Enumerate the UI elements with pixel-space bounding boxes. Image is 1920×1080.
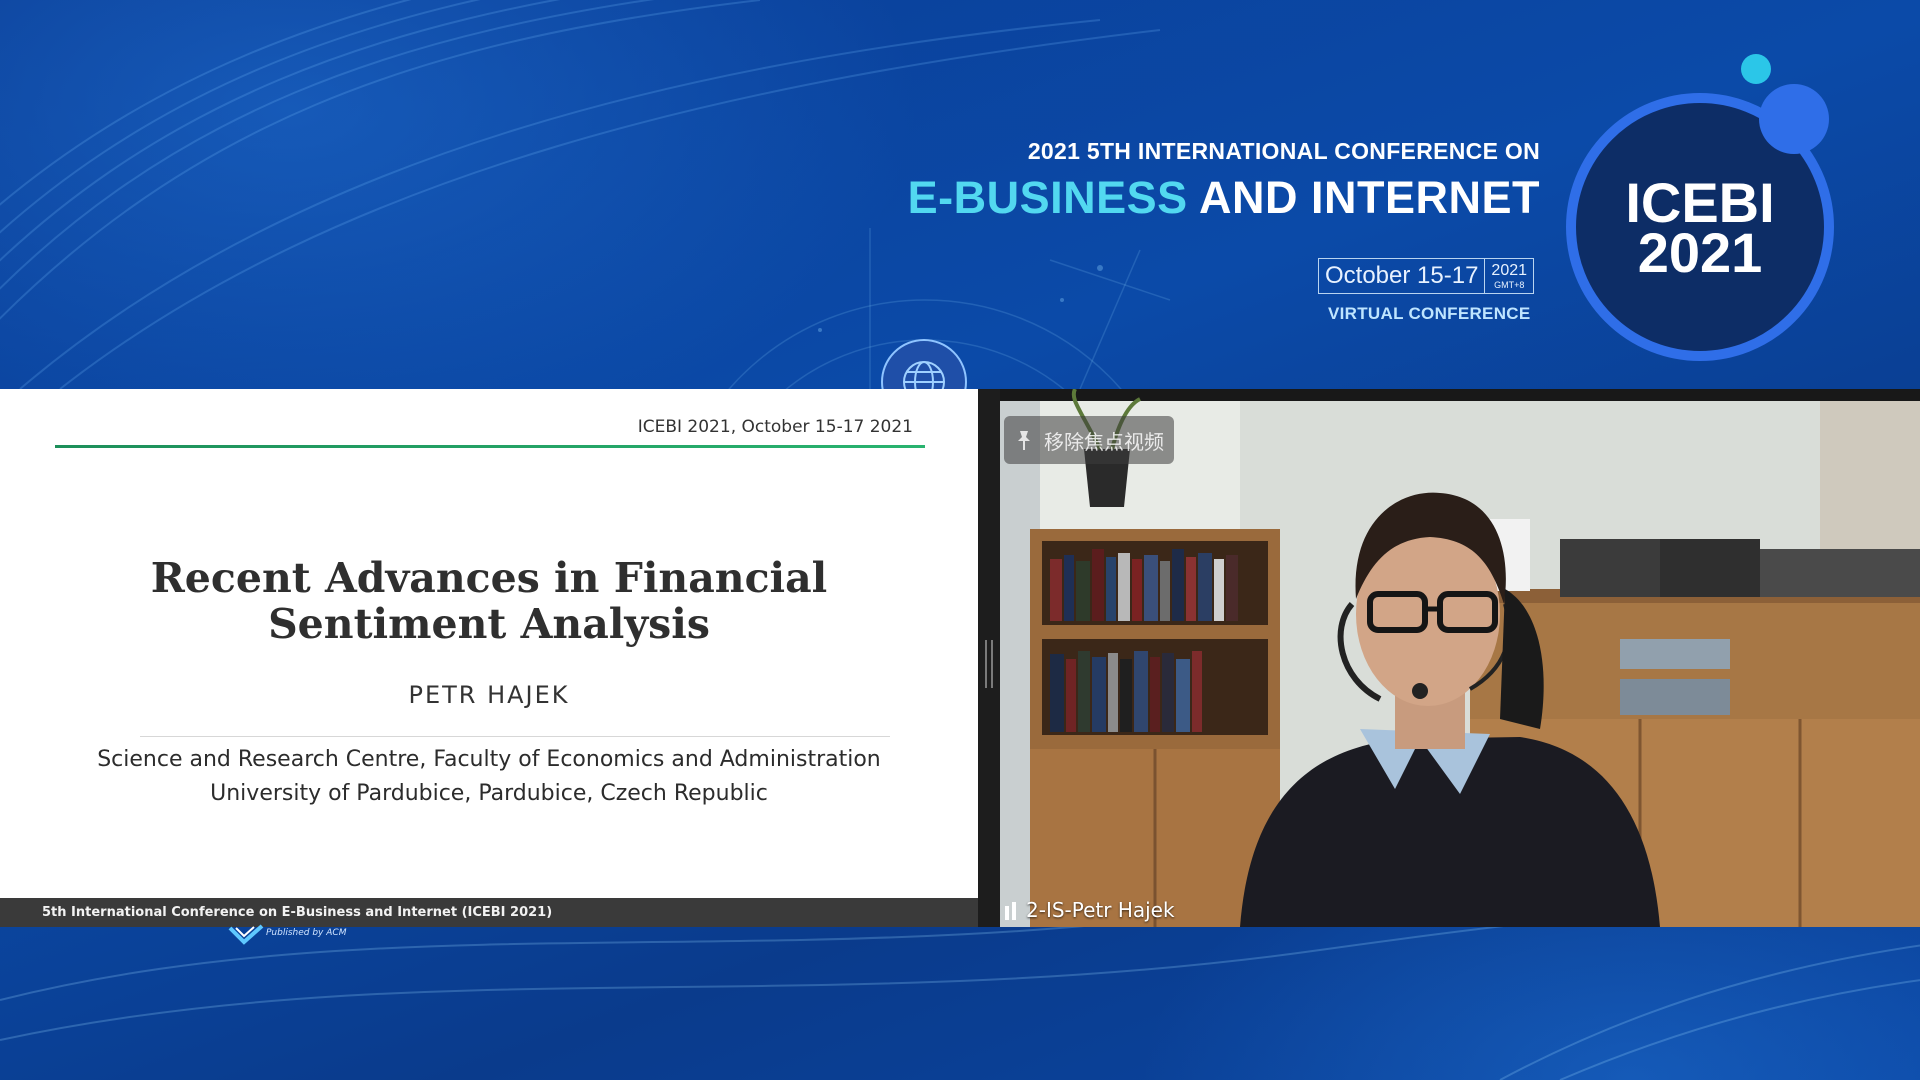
slide-header-rule bbox=[55, 445, 925, 448]
conference-background: 2021 5TH INTERNATIONAL CONFERENCE ON E-B… bbox=[0, 0, 1920, 1080]
conference-year: 2021 bbox=[1491, 261, 1528, 279]
slide-title-line-2: Sentiment Analysis bbox=[268, 600, 710, 648]
conference-logo-text: ICEBI 2021 bbox=[1566, 175, 1834, 284]
logo-dot-large bbox=[1759, 84, 1829, 154]
logo-line-2: 2021 bbox=[1637, 221, 1763, 284]
participant-name: 2-IS-Petr Hajek bbox=[1026, 898, 1175, 922]
slide-title: Recent Advances in Financial Sentiment A… bbox=[0, 555, 978, 647]
pin-icon bbox=[1018, 431, 1030, 450]
conference-subtitle: 2021 5TH INTERNATIONAL CONFERENCE ON bbox=[1027, 138, 1540, 164]
slide-title-line-1: Recent Advances in Financial bbox=[150, 554, 828, 602]
speaker-video[interactable] bbox=[1000, 389, 1920, 927]
slide-author: PETR HAJEK bbox=[408, 681, 570, 709]
conference-dates: October 15-17 bbox=[1325, 262, 1479, 289]
slide-footer: 5th International Conference on E-Busine… bbox=[0, 898, 978, 927]
conference-year-box: 2021 GMT+8 bbox=[1484, 259, 1533, 293]
slide-affiliation-line-2: University of Pardubice, Pardubice, Czec… bbox=[210, 781, 768, 806]
conference-date-box: October 15-17 2021 GMT+8 bbox=[1318, 258, 1535, 294]
shared-slide: ICEBI 2021, October 15-17 2021 Recent Ad… bbox=[0, 389, 978, 927]
slide-affiliation: Science and Research Centre, Faculty of … bbox=[0, 743, 978, 811]
conference-timezone: GMT+8 bbox=[1494, 279, 1525, 290]
conference-title-rest: AND INTERNET bbox=[1187, 172, 1540, 223]
checkmark-icon bbox=[228, 924, 264, 945]
slide-divider bbox=[140, 736, 890, 737]
publisher-note: Published by ACM bbox=[266, 928, 347, 938]
conference-mode: VIRTUAL CONFERENCE bbox=[1328, 304, 1531, 323]
speaker-video-frame bbox=[1000, 389, 1920, 927]
logo-dot-small bbox=[1741, 54, 1771, 84]
conference-title: E-BUSINESS AND INTERNET bbox=[908, 172, 1540, 224]
slide-affiliation-line-1: Science and Research Centre, Faculty of … bbox=[97, 747, 881, 772]
slide-header: ICEBI 2021, October 15-17 2021 bbox=[637, 417, 913, 437]
participant-name-tag: 2-IS-Petr Hajek bbox=[1004, 896, 1175, 924]
unpin-video-button[interactable]: 移除焦点视频 bbox=[1004, 416, 1174, 464]
split-drag-handle[interactable] bbox=[985, 640, 993, 688]
globe-icon bbox=[881, 339, 967, 390]
audio-bars-icon bbox=[1005, 902, 1016, 920]
unpin-video-label: 移除焦点视频 bbox=[1044, 429, 1164, 454]
conference-title-highlight: E-BUSINESS bbox=[907, 172, 1188, 223]
